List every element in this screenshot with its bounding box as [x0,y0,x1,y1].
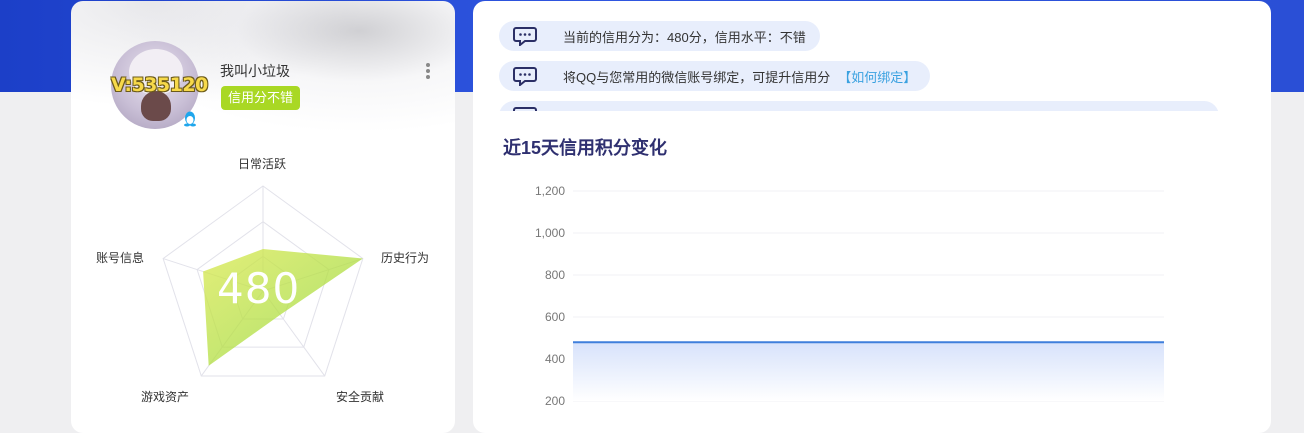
credit-info-card: 当前的信用分为：480分，信用水平：不错 将QQ与您常用的微信账号绑定，可提升信… [473,1,1271,433]
tip-item: 当前的信用分为：480分，信用水平：不错 [499,21,820,51]
vip-badge-text: V:535120 [111,74,208,96]
radar-label-security-contribution: 安全贡献 [336,390,385,404]
series-area [573,342,1164,401]
more-vertical-icon[interactable] [423,61,433,83]
tip-item: 将QQ与您常用的微信账号绑定，可提升信用分 【如何绑定】 [499,61,931,91]
message-icon [513,27,537,46]
credit-score-value: 480 [217,264,301,313]
radar-label-history-behavior: 历史行为 [381,251,430,265]
tip-text: 将QQ与您常用的微信账号绑定，可提升信用分 [563,69,831,85]
tip-item [499,101,1219,111]
radar-label-game-assets: 游戏资产 [141,390,190,404]
message-icon [513,107,537,111]
y-tick-label: 200 [545,394,565,408]
message-icon [513,67,537,86]
profile-card: V:535120 我叫小垃圾 信用分不错 日常活跃 历史行为 安全贡献 游戏资产… [71,1,455,433]
how-to-bind-link[interactable]: 【如何绑定】 [838,67,916,86]
credit-level-badge: 信用分不错 [221,86,301,110]
credit-trend-chart: 1,200 1,000 800 600 400 200 [535,184,1164,408]
y-tick-label: 1,200 [535,184,565,198]
chart-title: 近15天信用积分变化 [503,138,668,158]
tips-list: 当前的信用分为：480分，信用水平：不错 将QQ与您常用的微信账号绑定，可提升信… [499,21,1239,111]
radar-label-account-info: 账号信息 [96,251,145,265]
y-tick-label: 400 [545,352,565,366]
qq-penguin-icon [184,111,196,127]
y-tick-label: 800 [545,268,565,282]
username: 我叫小垃圾 [220,63,290,79]
y-tick-label: 1,000 [535,226,565,240]
tip-text: 当前的信用分为：480分，信用水平：不错 [563,29,806,45]
radar-label-daily-activity: 日常活跃 [238,157,287,171]
y-tick-label: 600 [545,310,565,324]
